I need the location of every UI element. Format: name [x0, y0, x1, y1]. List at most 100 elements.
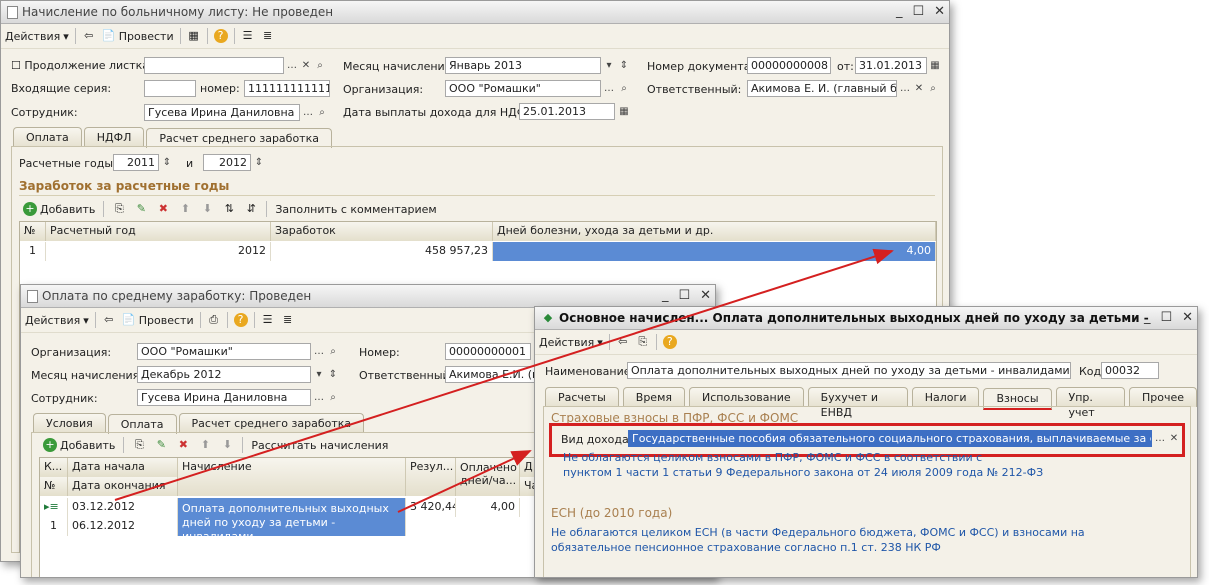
select-button[interactable]: … — [898, 81, 912, 96]
otv-field[interactable]: Акимова Е.И. (г — [445, 366, 535, 383]
select-button[interactable]: … — [602, 81, 616, 96]
print-icon[interactable]: ⎙ — [207, 313, 221, 327]
delete-icon[interactable]: ✖ — [176, 438, 190, 452]
prodolzhenie-checkbox[interactable]: ☐ Продолжение листка — [11, 59, 149, 72]
tab-oplata[interactable]: Оплата — [13, 127, 82, 147]
maximize-icon[interactable]: ☐ — [912, 4, 924, 19]
tab-oplata[interactable]: Оплата — [107, 414, 177, 434]
edit-icon[interactable]: ✎ — [154, 438, 168, 452]
move-icon[interactable]: ⇦ — [82, 29, 96, 43]
clear-icon[interactable]: ✕ — [299, 58, 313, 73]
close-icon[interactable]: ✕ — [1182, 310, 1193, 325]
spin-icon[interactable]: ⇕ — [617, 58, 631, 73]
mesyac-field[interactable]: Декабрь 2012 — [137, 366, 311, 383]
list-icon[interactable]: ☰ — [241, 29, 255, 43]
list-icon[interactable]: ☰ — [261, 313, 275, 327]
structure-icon[interactable]: ▦ — [187, 29, 201, 43]
search-icon[interactable]: ⌕ — [326, 390, 340, 405]
tab-ispolzovanie[interactable]: Использование — [689, 387, 804, 407]
search-icon[interactable]: ⌕ — [617, 81, 631, 96]
nomer-field[interactable]: 00000000001 — [445, 343, 531, 360]
vid-field[interactable]: Государственные пособия обязательного со… — [628, 430, 1152, 447]
maximize-icon[interactable]: ☐ — [678, 288, 690, 303]
clear-icon[interactable]: ✕ — [912, 81, 926, 96]
edit-icon[interactable]: ✎ — [134, 202, 148, 216]
delete-icon[interactable]: ✖ — [156, 202, 170, 216]
code-field[interactable]: 00032 — [1101, 362, 1159, 379]
post-button[interactable]: 📄 Провести — [102, 29, 174, 43]
select-button[interactable]: … — [301, 105, 315, 120]
post-button[interactable]: 📄 Провести — [122, 313, 194, 327]
help-icon[interactable]: ? — [662, 335, 677, 349]
spin-icon[interactable]: ⇕ — [160, 155, 174, 170]
dropdown-icon[interactable]: ▾ — [312, 367, 326, 382]
actions-menu[interactable]: Действия ▾ — [539, 336, 603, 349]
up-icon[interactable]: ⬆ — [198, 438, 212, 452]
search-icon[interactable]: ⌕ — [313, 58, 327, 73]
help-icon[interactable]: ? — [213, 29, 228, 43]
up-icon[interactable]: ⬆ — [178, 202, 192, 216]
move-icon[interactable]: ⇦ — [616, 335, 630, 349]
sort-desc-icon[interactable]: ⇵ — [244, 202, 258, 216]
tab-raschet[interactable]: Расчет среднего заработка — [178, 413, 365, 433]
search-icon[interactable]: ⌕ — [926, 81, 940, 96]
copy-icon[interactable]: ⎘ — [132, 438, 146, 452]
select-button[interactable]: … — [1153, 431, 1167, 446]
tab-raschet[interactable]: Расчет среднего заработка — [146, 128, 332, 148]
select-button[interactable]: … — [312, 390, 326, 405]
actions-menu[interactable]: Действия ▾ — [5, 30, 69, 43]
select-button[interactable]: … — [312, 344, 326, 359]
close-icon[interactable]: ✕ — [934, 4, 945, 19]
fill-comment-button[interactable]: Заполнить с комментарием — [275, 203, 436, 216]
tab-vremya[interactable]: Время — [622, 387, 685, 407]
org-field[interactable]: ООО "Ромашки" — [445, 80, 601, 97]
add-button[interactable]: + Добавить — [23, 202, 95, 216]
dropdown-icon[interactable]: ▾ — [602, 58, 616, 73]
tab-usloviya[interactable]: Условия — [33, 413, 106, 433]
close-icon[interactable]: ✕ — [700, 288, 711, 303]
otv-field[interactable]: Акимова Е. И. (главный бухг — [747, 80, 897, 97]
spin-icon[interactable]: ⇕ — [252, 155, 266, 170]
help-icon[interactable]: ? — [233, 313, 248, 327]
seria-field[interactable] — [144, 80, 196, 97]
nomer-field[interactable]: 111111111111 — [244, 80, 330, 97]
row-days[interactable]: 4,00 — [493, 242, 936, 261]
copy-icon[interactable]: ⎘ — [636, 335, 650, 349]
nomer-doc-field[interactable]: 00000000008 — [747, 57, 831, 74]
settings-list-icon[interactable]: ≣ — [281, 313, 295, 327]
move-icon[interactable]: ⇦ — [102, 313, 116, 327]
clear-icon[interactable]: ✕ — [1167, 431, 1181, 446]
select-button[interactable]: … — [285, 58, 299, 73]
tab-buhuchet[interactable]: Бухучет и ЕНВД — [807, 387, 908, 419]
row-nach[interactable]: Оплата дополнительных выходных дней по у… — [178, 498, 406, 536]
tab-upr-uchet[interactable]: Упр. учет — [1055, 387, 1125, 419]
sort-asc-icon[interactable]: ⇅ — [222, 202, 236, 216]
ot-field[interactable]: 31.01.2013 — [855, 57, 927, 74]
tab-raschety[interactable]: Расчеты — [545, 387, 619, 407]
minimize-icon[interactable]: _ — [896, 4, 903, 19]
minimize-icon[interactable]: _ — [662, 288, 669, 303]
maximize-icon[interactable]: ☐ — [1160, 310, 1172, 325]
search-icon[interactable]: ⌕ — [326, 344, 340, 359]
actions-menu[interactable]: Действия ▾ — [25, 314, 89, 327]
calc-button[interactable]: Рассчитать начисления — [251, 439, 388, 452]
year1-field[interactable]: 2011 — [113, 154, 159, 171]
sotrudnik-field[interactable]: Гусева Ирина Даниловна — [144, 104, 300, 121]
data-vyplaty-field[interactable]: 25.01.2013 — [519, 103, 615, 120]
minimize-icon[interactable]: _ — [1144, 310, 1151, 325]
tab-ndfl[interactable]: НДФЛ — [83, 127, 145, 147]
tab-prochee[interactable]: Прочее — [1128, 387, 1197, 407]
org-field[interactable]: ООО "Ромашки" — [137, 343, 311, 360]
settings-list-icon[interactable]: ≣ — [261, 29, 275, 43]
down-icon[interactable]: ⬇ — [220, 438, 234, 452]
mesyac-field[interactable]: Январь 2013 — [445, 57, 601, 74]
prodolzhenie-field[interactable] — [144, 57, 284, 74]
add-button[interactable]: + Добавить — [43, 438, 115, 452]
calendar-icon[interactable]: ▦ — [928, 58, 942, 73]
tab-nalogi[interactable]: Налоги — [911, 387, 980, 407]
search-icon[interactable]: ⌕ — [315, 105, 329, 120]
copy-icon[interactable]: ⎘ — [112, 202, 126, 216]
year2-field[interactable]: 2012 — [203, 154, 251, 171]
calendar-icon[interactable]: ▦ — [617, 104, 631, 119]
name-field[interactable]: Оплата дополнительных выходных дней по у… — [627, 362, 1071, 379]
